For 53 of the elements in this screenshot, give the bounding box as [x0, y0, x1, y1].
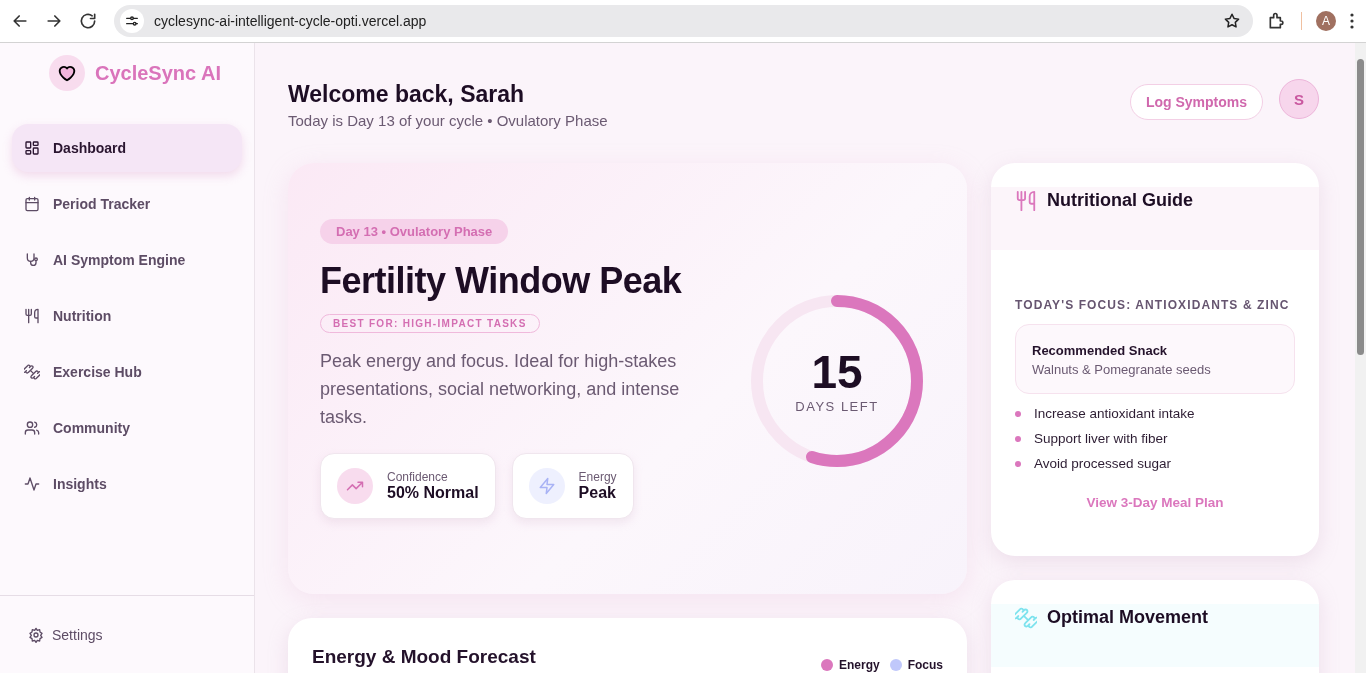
reload-icon: [78, 11, 98, 31]
profile-avatar[interactable]: A: [1316, 11, 1336, 31]
cycle-subtitle: Today is Day 13 of your cycle • Ovulatory Phase: [288, 112, 609, 129]
scrollbar[interactable]: [1355, 43, 1366, 673]
card-title: Optimal Movement: [1047, 607, 1209, 628]
settings-link[interactable]: Settings: [28, 626, 103, 643]
focus-heading: TODAY'S FOCUS: ANTIOXIDANTS & ZINC: [1015, 298, 1291, 312]
card-title: Energy & Mood Forecast: [312, 646, 536, 668]
settings-icon: [28, 626, 44, 643]
dumbbell-icon: [24, 364, 40, 380]
bullet-icon: [1015, 435, 1021, 442]
stat-label: Energy: [578, 470, 617, 484]
tip-text: Avoid processed sugar: [1034, 456, 1172, 471]
sidebar-item[interactable]: Community: [12, 404, 242, 452]
days-left-caption: DAYS LEFT: [795, 398, 879, 414]
legend-label: Energy: [838, 658, 880, 672]
welcome-heading: Welcome back, Sarah: [288, 81, 526, 108]
phase-description: Peak energy and focus. Ideal for high-stakes presentations, social networking, and intense tasks.: [320, 350, 681, 429]
sidebar-item[interactable]: Dashboard: [12, 124, 242, 172]
sidebar-item[interactable]: Nutrition: [12, 292, 242, 340]
utensils-icon: [24, 308, 40, 324]
more-menu-icon[interactable]: [1350, 13, 1354, 29]
lightning-icon: [537, 477, 556, 495]
grid-icon: [24, 140, 40, 156]
sidebar-item[interactable]: Exercise Hub: [12, 348, 242, 396]
card-title: Nutritional Guide: [1047, 190, 1193, 211]
stat-label: Confidence: [387, 470, 449, 484]
tip-text: Increase antioxidant intake: [1034, 406, 1195, 421]
dumbbell-icon: [1015, 607, 1037, 629]
sidebar-item[interactable]: Insights: [12, 460, 242, 508]
stethoscope-icon: [24, 252, 40, 268]
bullet-icon: [1015, 460, 1021, 467]
utensils-icon: [1015, 190, 1037, 212]
extensions-icon: [1267, 11, 1287, 31]
tip-text: Support liver with fiber: [1034, 431, 1168, 446]
site-settings-icon: [124, 13, 140, 29]
pulse-icon: [24, 476, 40, 492]
bullet-icon: [1015, 410, 1021, 417]
snack-text: Walnuts & Pomegranate seeds: [1032, 362, 1212, 377]
phase-title: Fertility Window Peak: [320, 260, 682, 302]
snack-title: Recommended Snack: [1032, 343, 1169, 358]
address-bar[interactable]: cyclesync-ai-intelligent-cycle-opti.vercel.app: [114, 5, 1253, 37]
days-left-number: 15: [811, 348, 863, 395]
phase-badge: Day 13 • Ovulatory Phase: [320, 219, 509, 244]
sidebar-item[interactable]: AI Symptom Engine: [12, 236, 242, 284]
stat-value: 50% Normal: [387, 484, 479, 502]
calendar-icon: [24, 196, 40, 212]
sidebar-item[interactable]: Period Tracker: [12, 180, 242, 228]
stat-value: Peak: [578, 484, 617, 502]
users-icon: [24, 420, 40, 436]
legend-label: Focus: [907, 658, 943, 672]
star-icon: [1223, 12, 1241, 30]
app-logo-text: CycleSync AI: [95, 61, 221, 85]
